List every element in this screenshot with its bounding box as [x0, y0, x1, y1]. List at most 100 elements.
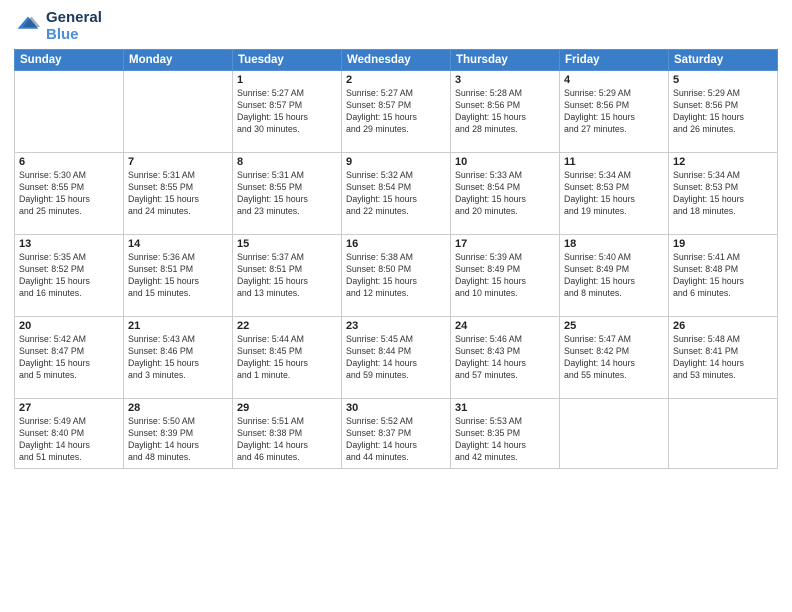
calendar-cell: 19 Sunrise: 5:41 AM Sunset: 8:48 PM Dayli… [669, 235, 778, 317]
day-number: 28 [128, 402, 228, 414]
day-number: 18 [564, 238, 664, 250]
calendar-header-row: SundayMondayTuesdayWednesdayThursdayFrid… [15, 50, 778, 71]
calendar-cell: 1 Sunrise: 5:27 AM Sunset: 8:57 PM Daylig… [233, 71, 342, 153]
calendar-cell: 6Sunrise: 5:30 AM Sunset: 8:55 PM Daylig… [15, 153, 124, 235]
day-number: 19 [673, 238, 773, 250]
cell-info: Sunrise: 5:29 AM Sunset: 8:56 PM Dayligh… [673, 88, 773, 136]
calendar-cell: 11 Sunrise: 5:34 AM Sunset: 8:53 PM Dayli… [560, 153, 669, 235]
calendar-table: SundayMondayTuesdayWednesdayThursdayFrid… [14, 49, 778, 469]
calendar-week-row: 20 Sunrise: 5:42 AM Sunset: 8:47 PM Dayli… [15, 317, 778, 399]
cell-info: Sunrise: 5:37 AM Sunset: 8:51 PM Dayligh… [237, 252, 337, 300]
day-number: 12 [673, 156, 773, 168]
cell-info: Sunrise: 5:33 AM Sunset: 8:54 PM Dayligh… [455, 170, 555, 218]
cell-info: Sunrise: 5:45 AM Sunset: 8:44 PM Dayligh… [346, 334, 446, 382]
cell-info: Sunrise: 5:51 AM Sunset: 8:38 PM Dayligh… [237, 416, 337, 464]
calendar-cell: 30 Sunrise: 5:52 AM Sunset: 8:37 PM Dayli… [342, 399, 451, 469]
day-number: 3 [455, 74, 555, 86]
calendar-cell: 3 Sunrise: 5:28 AM Sunset: 8:56 PM Daylig… [451, 71, 560, 153]
calendar-cell: 13 Sunrise: 5:35 AM Sunset: 8:52 PM Dayli… [15, 235, 124, 317]
day-header-friday: Friday [560, 50, 669, 71]
logo-text: General Blue [46, 10, 102, 43]
calendar-week-row: 1 Sunrise: 5:27 AM Sunset: 8:57 PM Daylig… [15, 71, 778, 153]
day-number: 31 [455, 402, 555, 414]
day-header-monday: Monday [124, 50, 233, 71]
calendar-cell: 14 Sunrise: 5:36 AM Sunset: 8:51 PM Dayli… [124, 235, 233, 317]
calendar-cell: 18 Sunrise: 5:40 AM Sunset: 8:49 PM Dayli… [560, 235, 669, 317]
calendar-week-row: 13 Sunrise: 5:35 AM Sunset: 8:52 PM Dayli… [15, 235, 778, 317]
cell-info: Sunrise: 5:48 AM Sunset: 8:41 PM Dayligh… [673, 334, 773, 382]
calendar-cell: 15 Sunrise: 5:37 AM Sunset: 8:51 PM Dayli… [233, 235, 342, 317]
cell-info: Sunrise: 5:35 AM Sunset: 8:52 PM Dayligh… [19, 252, 119, 300]
cell-info: Sunrise: 5:53 AM Sunset: 8:35 PM Dayligh… [455, 416, 555, 464]
calendar-cell [560, 399, 669, 469]
day-number: 15 [237, 238, 337, 250]
day-number: 8 [237, 156, 337, 168]
day-number: 14 [128, 238, 228, 250]
calendar-cell: 26Sunrise: 5:48 AM Sunset: 8:41 PM Dayli… [669, 317, 778, 399]
cell-info: Sunrise: 5:31 AM Sunset: 8:55 PM Dayligh… [128, 170, 228, 218]
calendar-cell: 2Sunrise: 5:27 AM Sunset: 8:57 PM Daylig… [342, 71, 451, 153]
cell-info: Sunrise: 5:43 AM Sunset: 8:46 PM Dayligh… [128, 334, 228, 382]
cell-info: Sunrise: 5:46 AM Sunset: 8:43 PM Dayligh… [455, 334, 555, 382]
day-number: 4 [564, 74, 664, 86]
day-number: 5 [673, 74, 773, 86]
cell-info: Sunrise: 5:30 AM Sunset: 8:55 PM Dayligh… [19, 170, 119, 218]
day-header-saturday: Saturday [669, 50, 778, 71]
day-number: 16 [346, 238, 446, 250]
calendar-cell [669, 399, 778, 469]
day-number: 27 [19, 402, 119, 414]
cell-info: Sunrise: 5:29 AM Sunset: 8:56 PM Dayligh… [564, 88, 664, 136]
cell-info: Sunrise: 5:28 AM Sunset: 8:56 PM Dayligh… [455, 88, 555, 136]
cell-info: Sunrise: 5:38 AM Sunset: 8:50 PM Dayligh… [346, 252, 446, 300]
logo: General Blue [14, 10, 102, 43]
day-number: 29 [237, 402, 337, 414]
cell-info: Sunrise: 5:52 AM Sunset: 8:37 PM Dayligh… [346, 416, 446, 464]
calendar-cell: 23 Sunrise: 5:45 AM Sunset: 8:44 PM Dayli… [342, 317, 451, 399]
day-number: 1 [237, 74, 337, 86]
cell-info: Sunrise: 5:41 AM Sunset: 8:48 PM Dayligh… [673, 252, 773, 300]
calendar-cell: 12 Sunrise: 5:34 AM Sunset: 8:53 PM Dayli… [669, 153, 778, 235]
cell-info: Sunrise: 5:44 AM Sunset: 8:45 PM Dayligh… [237, 334, 337, 382]
cell-info: Sunrise: 5:34 AM Sunset: 8:53 PM Dayligh… [564, 170, 664, 218]
day-header-sunday: Sunday [15, 50, 124, 71]
day-number: 21 [128, 320, 228, 332]
cell-info: Sunrise: 5:40 AM Sunset: 8:49 PM Dayligh… [564, 252, 664, 300]
cell-info: Sunrise: 5:49 AM Sunset: 8:40 PM Dayligh… [19, 416, 119, 464]
cell-info: Sunrise: 5:27 AM Sunset: 8:57 PM Dayligh… [237, 88, 337, 136]
day-number: 9 [346, 156, 446, 168]
logo-icon [14, 13, 42, 41]
cell-info: Sunrise: 5:42 AM Sunset: 8:47 PM Dayligh… [19, 334, 119, 382]
day-number: 30 [346, 402, 446, 414]
calendar-cell: 7 Sunrise: 5:31 AM Sunset: 8:55 PM Daylig… [124, 153, 233, 235]
calendar-cell: 25Sunrise: 5:47 AM Sunset: 8:42 PM Dayli… [560, 317, 669, 399]
calendar-cell: 24 Sunrise: 5:46 AM Sunset: 8:43 PM Dayli… [451, 317, 560, 399]
cell-info: Sunrise: 5:39 AM Sunset: 8:49 PM Dayligh… [455, 252, 555, 300]
calendar-cell: 8 Sunrise: 5:31 AM Sunset: 8:55 PM Daylig… [233, 153, 342, 235]
cell-info: Sunrise: 5:50 AM Sunset: 8:39 PM Dayligh… [128, 416, 228, 464]
day-number: 22 [237, 320, 337, 332]
day-number: 24 [455, 320, 555, 332]
cell-info: Sunrise: 5:36 AM Sunset: 8:51 PM Dayligh… [128, 252, 228, 300]
cell-info: Sunrise: 5:31 AM Sunset: 8:55 PM Dayligh… [237, 170, 337, 218]
day-number: 7 [128, 156, 228, 168]
day-number: 10 [455, 156, 555, 168]
day-number: 2 [346, 74, 446, 86]
day-number: 23 [346, 320, 446, 332]
page: General Blue SundayMondayTuesdayWednesda… [0, 0, 792, 612]
day-number: 11 [564, 156, 664, 168]
calendar-cell: 22 Sunrise: 5:44 AM Sunset: 8:45 PM Dayli… [233, 317, 342, 399]
calendar-cell: 21 Sunrise: 5:43 AM Sunset: 8:46 PM Dayli… [124, 317, 233, 399]
header: General Blue [14, 10, 778, 43]
calendar-week-row: 27 Sunrise: 5:49 AM Sunset: 8:40 PM Dayli… [15, 399, 778, 469]
day-header-wednesday: Wednesday [342, 50, 451, 71]
day-number: 20 [19, 320, 119, 332]
calendar-cell: 28 Sunrise: 5:50 AM Sunset: 8:39 PM Dayli… [124, 399, 233, 469]
calendar-cell [124, 71, 233, 153]
cell-info: Sunrise: 5:34 AM Sunset: 8:53 PM Dayligh… [673, 170, 773, 218]
calendar-cell: 9 Sunrise: 5:32 AM Sunset: 8:54 PM Daylig… [342, 153, 451, 235]
day-header-tuesday: Tuesday [233, 50, 342, 71]
calendar-cell: 4 Sunrise: 5:29 AM Sunset: 8:56 PM Daylig… [560, 71, 669, 153]
cell-info: Sunrise: 5:32 AM Sunset: 8:54 PM Dayligh… [346, 170, 446, 218]
day-number: 13 [19, 238, 119, 250]
day-header-thursday: Thursday [451, 50, 560, 71]
